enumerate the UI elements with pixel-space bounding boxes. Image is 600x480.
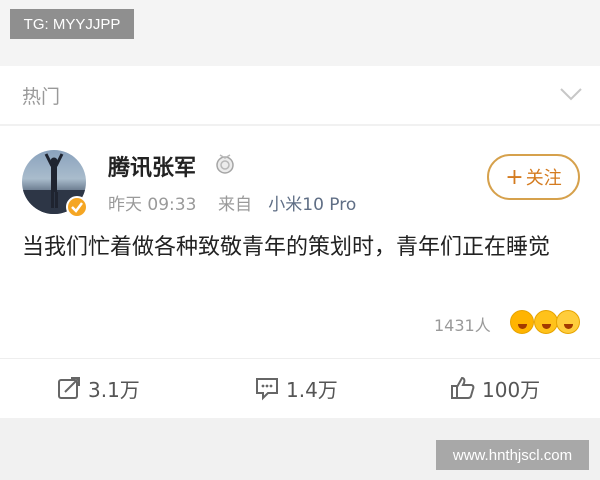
like-button[interactable]: 100万 xyxy=(450,373,540,403)
post-card: 腾讯张军 昨天 09:33 来自 小米10 Pro + 关注 当我们忙着做各种致… xyxy=(0,126,600,418)
section-title: 热门 xyxy=(22,86,61,108)
comment-icon xyxy=(256,378,278,401)
post-text: 当我们忙着做各种致敬青年的策划时，青年们正在睡觉 xyxy=(22,235,551,260)
username[interactable]: 腾讯张军 xyxy=(108,150,196,182)
reaction-count[interactable]: 1431人 xyxy=(434,312,491,336)
post-meta: 昨天 09:33 来自 小米10 Pro xyxy=(108,190,356,215)
plus-icon: + xyxy=(505,164,524,190)
follow-button[interactable]: + 关注 xyxy=(487,154,580,200)
post-source[interactable]: 小米10 Pro xyxy=(268,195,356,215)
section-header: 热门 xyxy=(0,66,600,124)
source-prefix: 来自 xyxy=(218,195,253,215)
comment-count: 1.4万 xyxy=(286,377,338,402)
share-button[interactable]: 3.1万 xyxy=(56,373,140,403)
tg-watermark: TG: MYYJJPP xyxy=(10,9,134,39)
site-watermark: www.hnthjscl.com xyxy=(436,440,589,470)
share-count: 3.1万 xyxy=(88,377,140,402)
comment-button[interactable]: 1.4万 xyxy=(254,373,338,403)
surprised-emoji-icon[interactable] xyxy=(556,310,580,334)
grin-emoji-icon[interactable] xyxy=(534,310,558,334)
medal-icon[interactable] xyxy=(215,153,235,179)
like-count: 100万 xyxy=(482,377,541,402)
action-bar: 3.1万 1.4万 100万 xyxy=(0,358,600,418)
share-icon xyxy=(58,377,80,399)
verified-badge-icon xyxy=(66,196,88,218)
chevron-down-icon[interactable] xyxy=(558,80,584,110)
follow-label: 关注 xyxy=(525,168,562,189)
laugh-emoji-icon[interactable] xyxy=(510,310,534,334)
post-time: 昨天 09:33 xyxy=(108,195,197,215)
thumbs-up-icon xyxy=(451,376,475,399)
